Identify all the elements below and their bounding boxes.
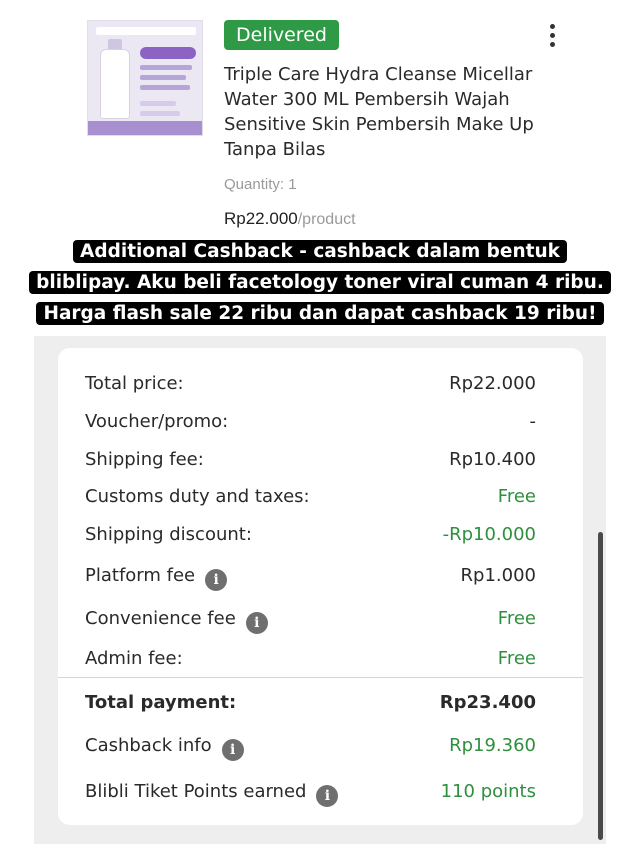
summary-row-customs: Customs duty and taxes: Free bbox=[85, 483, 536, 511]
summary-row-voucher: Voucher/promo: - bbox=[85, 408, 536, 436]
summary-value: Free bbox=[497, 648, 536, 669]
summary-row-shipping-discount: Shipping discount: -Rp10.000 bbox=[85, 521, 536, 549]
summary-label: Total price: bbox=[85, 373, 184, 394]
info-icon[interactable]: i bbox=[205, 569, 228, 591]
summary-label: Shipping discount: bbox=[85, 524, 252, 545]
summary-label: Platform fee i bbox=[85, 562, 228, 591]
points-value: 110 points bbox=[440, 781, 536, 802]
summary-label: Voucher/promo: bbox=[85, 411, 229, 432]
product-name-line: Tanpa Bilas bbox=[224, 139, 326, 160]
summary-value: Free bbox=[497, 486, 536, 507]
more-vertical-icon[interactable] bbox=[546, 24, 558, 50]
product-name-line: Water 300 ML Pembersih Wajah bbox=[224, 89, 510, 110]
summary-row-shipping-fee: Shipping fee: Rp10.400 bbox=[85, 446, 536, 474]
summary-label: Shipping fee: bbox=[85, 449, 204, 470]
info-icon[interactable]: i bbox=[221, 739, 244, 761]
info-icon[interactable]: i bbox=[245, 612, 268, 634]
summary-row-admin-fee: Admin fee: Free bbox=[85, 645, 536, 673]
summary-label: Blibli Tiket Points earned i bbox=[85, 778, 339, 807]
caption-line: Additional Cashback - cashback dalam ben… bbox=[73, 240, 567, 263]
summary-label-text: Cashback info bbox=[85, 735, 212, 756]
thumbnail-footer bbox=[88, 121, 202, 135]
thumbnail-bottle bbox=[100, 49, 130, 119]
unit-price: Rp22.000 bbox=[224, 209, 298, 228]
caption-line: bliblipay. Aku beli facetology toner vir… bbox=[29, 271, 611, 294]
summary-label-text: Blibli Tiket Points earned bbox=[85, 781, 307, 802]
summary-row-total-payment: Total payment: Rp23.400 bbox=[85, 689, 536, 717]
thumbnail-text-line bbox=[140, 85, 190, 90]
summary-label: Customs duty and taxes: bbox=[85, 486, 310, 507]
summary-value: - bbox=[529, 411, 537, 432]
scrollbar[interactable] bbox=[598, 532, 603, 840]
thumbnail-text-line bbox=[140, 65, 192, 70]
summary-label-text: Convenience fee bbox=[85, 608, 236, 629]
summary-value: Rp22.000 bbox=[449, 373, 536, 394]
summary-label-text: Platform fee bbox=[85, 565, 196, 586]
cashback-value: Rp19.360 bbox=[449, 735, 536, 756]
thumbnail-text-line bbox=[140, 75, 186, 80]
summary-row-convenience-fee: Convenience fee i Free bbox=[85, 605, 536, 634]
product-price: Rp22.000/product bbox=[224, 209, 356, 229]
product-name[interactable]: Triple Care Hydra Cleanse Micellar Water… bbox=[224, 62, 554, 162]
product-name-line: Sensitive Skin Pembersih Make Up bbox=[224, 114, 534, 135]
thumbnail-brand-bar bbox=[96, 27, 196, 35]
price-unit: /product bbox=[297, 211, 356, 228]
summary-divider bbox=[58, 677, 583, 678]
summary-value: Rp1.000 bbox=[460, 565, 536, 586]
summary-value: Rp10.400 bbox=[449, 449, 536, 470]
summary-label: Cashback info i bbox=[85, 732, 244, 761]
thumbnail-text-line bbox=[140, 111, 180, 116]
product-name-line: Triple Care Hydra Cleanse Micellar bbox=[224, 64, 533, 85]
summary-value: -Rp10.000 bbox=[442, 524, 536, 545]
summary-value: Free bbox=[497, 608, 536, 629]
caption-line: Harga flash sale 22 ribu dan dapat cashb… bbox=[36, 302, 604, 325]
info-icon[interactable]: i bbox=[316, 785, 339, 807]
summary-label: Convenience fee i bbox=[85, 605, 268, 634]
caption-overlay: Additional Cashback - cashback dalam ben… bbox=[0, 236, 640, 329]
thumbnail-launch-tag bbox=[140, 47, 196, 59]
summary-row-platform-fee: Platform fee i Rp1.000 bbox=[85, 562, 536, 591]
summary-row-points: Blibli Tiket Points earned i 110 points bbox=[85, 778, 536, 807]
thumbnail-text-line bbox=[140, 101, 176, 106]
product-quantity: Quantity: 1 bbox=[224, 176, 297, 193]
summary-row-total-price: Total price: Rp22.000 bbox=[85, 370, 536, 398]
product-thumbnail[interactable] bbox=[87, 20, 203, 136]
summary-label: Admin fee: bbox=[85, 648, 183, 669]
status-badge: Delivered bbox=[224, 20, 339, 50]
total-payment-label: Total payment: bbox=[85, 692, 237, 713]
total-payment-value: Rp23.400 bbox=[439, 692, 536, 713]
summary-row-cashback: Cashback info i Rp19.360 bbox=[85, 732, 536, 761]
